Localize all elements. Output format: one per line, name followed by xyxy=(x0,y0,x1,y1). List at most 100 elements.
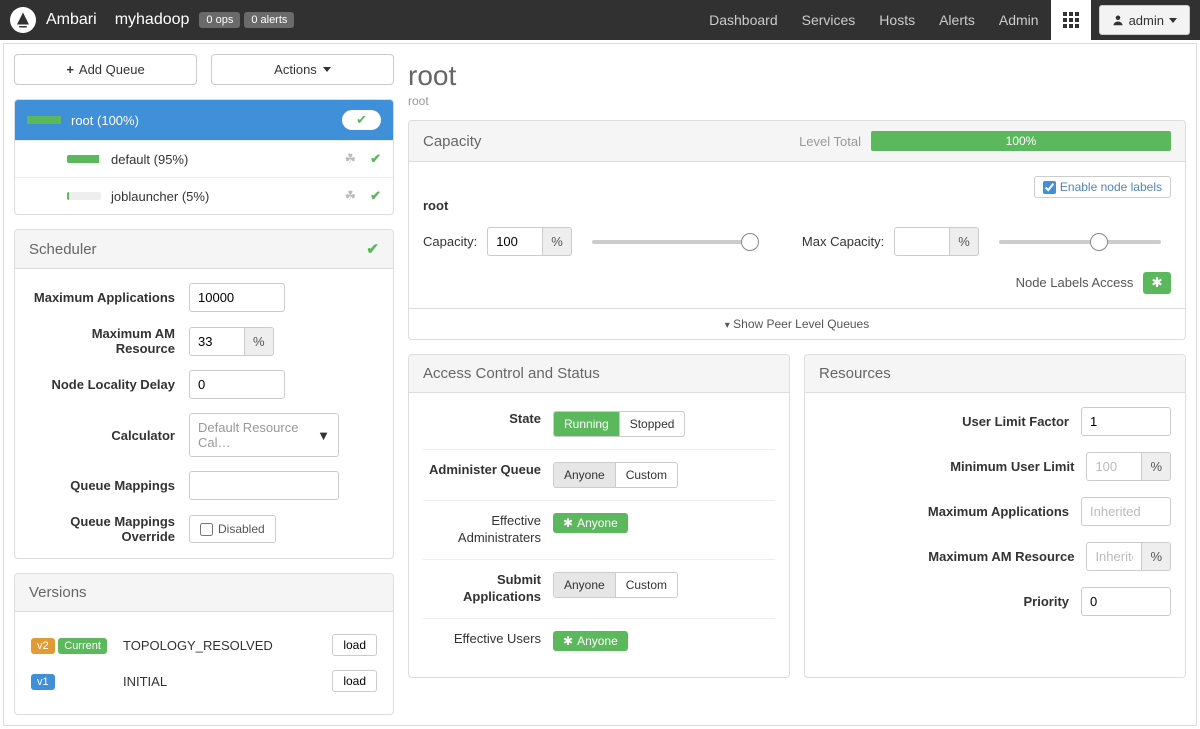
scheduler-panel: Scheduler ✔ Maximum Applications Maximum… xyxy=(14,229,394,559)
version-tag: v1 xyxy=(31,674,55,690)
capacity-panel: Capacity Level Total 100% Enable node la… xyxy=(408,120,1186,340)
top-navbar: Ambari myhadoop 0 ops 0 alerts Dashboard… xyxy=(0,0,1200,40)
res-max-am-label: Maximum AM Resource xyxy=(819,549,1086,564)
ambari-logo xyxy=(10,7,36,33)
queue-row-joblauncher[interactable]: joblauncher (5%) ☘ ✔ xyxy=(15,177,393,214)
res-max-apps-input[interactable] xyxy=(1081,497,1171,526)
add-queue-label: Add Queue xyxy=(79,62,145,77)
load-button[interactable]: load xyxy=(332,634,377,656)
queue-row-default[interactable]: default (95%) ☘ ✔ xyxy=(15,140,393,177)
caret-down-icon xyxy=(1169,18,1177,23)
ops-badge[interactable]: 0 ops xyxy=(199,12,240,28)
state-toggle[interactable]: RunningStopped xyxy=(553,411,685,437)
capacity-input[interactable] xyxy=(487,227,543,256)
capacity-slider[interactable] xyxy=(592,240,754,244)
queue-row-root[interactable]: root (100%) ✔ xyxy=(15,100,393,140)
acl-panel: Access Control and Status State RunningS… xyxy=(408,354,790,678)
versions-panel: Versions v2 Current TOPOLOGY_RESOLVED lo… xyxy=(14,573,394,715)
apps-grid-button[interactable] xyxy=(1051,0,1091,40)
check-icon: ✔ xyxy=(366,240,379,258)
override-checkbox[interactable]: Disabled xyxy=(189,515,276,543)
capacity-label: Capacity: xyxy=(423,234,477,249)
leaf-icon: ☘ xyxy=(344,151,356,167)
queue-tree: root (100%) ✔ default (95%) ☘ ✔ joblaunc… xyxy=(14,99,394,215)
admin-user-button[interactable]: admin xyxy=(1099,5,1190,35)
priority-input[interactable] xyxy=(1081,587,1171,616)
scheduler-title: Scheduler xyxy=(29,241,97,258)
queue-label: root (100%) xyxy=(71,113,342,128)
max-capacity-input[interactable] xyxy=(894,227,950,256)
load-button[interactable]: load xyxy=(332,670,377,692)
node-locality-input[interactable] xyxy=(189,370,285,399)
max-am-input[interactable] xyxy=(189,327,245,356)
user-limit-factor-label: User Limit Factor xyxy=(819,414,1081,429)
versions-title: Versions xyxy=(29,584,87,601)
queue-mappings-override-label: Queue Mappings Override xyxy=(29,514,189,544)
min-user-limit-input[interactable] xyxy=(1086,452,1142,481)
admin-queue-toggle[interactable]: AnyoneCustom xyxy=(553,462,678,488)
add-queue-button[interactable]: + Add Queue xyxy=(14,54,197,85)
res-max-am-input[interactable] xyxy=(1086,542,1142,571)
queue-mappings-label: Queue Mappings xyxy=(29,478,189,493)
calculator-select[interactable]: Default Resource Cal…▼ xyxy=(189,413,339,457)
effective-users-label: Effective Users xyxy=(423,631,553,648)
level-total-label: Level Total xyxy=(799,134,861,149)
max-apps-input[interactable] xyxy=(189,283,285,312)
admin-user-label: admin xyxy=(1129,13,1164,28)
nav-admin[interactable]: Admin xyxy=(987,0,1051,40)
min-user-limit-label: Minimum User Limit xyxy=(819,459,1086,474)
effective-admins-label: Effective Administraters xyxy=(423,513,553,547)
nav-hosts[interactable]: Hosts xyxy=(867,0,927,40)
node-locality-label: Node Locality Delay xyxy=(29,377,189,392)
max-capacity-slider[interactable] xyxy=(999,240,1161,244)
actions-button[interactable]: Actions xyxy=(211,54,394,85)
anyone-tag: ✱Anyone xyxy=(553,513,628,533)
capacity-queue-name: root xyxy=(423,198,1171,213)
user-limit-factor-input[interactable] xyxy=(1081,407,1171,436)
admin-queue-label: Administer Queue xyxy=(423,462,553,479)
max-capacity-label: Max Capacity: xyxy=(802,234,884,249)
actions-label: Actions xyxy=(274,62,317,77)
plus-icon: + xyxy=(66,62,74,77)
state-label: State xyxy=(423,411,553,428)
grid-icon xyxy=(1063,12,1079,28)
anyone-tag: ✱Anyone xyxy=(553,631,628,651)
capacity-title: Capacity xyxy=(423,133,481,150)
nav-dashboard[interactable]: Dashboard xyxy=(697,0,790,40)
level-total-bar: 100% xyxy=(871,131,1171,151)
version-state: TOPOLOGY_RESOLVED xyxy=(123,628,317,662)
priority-label: Priority xyxy=(819,594,1081,609)
version-row: v1 INITIAL load xyxy=(31,664,377,698)
max-am-label: Maximum AM Resource xyxy=(29,326,189,356)
check-icon: ✔ xyxy=(342,110,381,130)
percent-addon: % xyxy=(245,327,274,356)
check-icon: ✔ xyxy=(370,188,381,204)
resources-title: Resources xyxy=(819,365,891,382)
page-title: root xyxy=(408,54,1186,94)
version-tag: v2 xyxy=(31,638,55,654)
check-icon: ✔ xyxy=(370,151,381,167)
caret-down-icon xyxy=(323,67,331,72)
user-icon xyxy=(1112,14,1124,26)
submit-apps-toggle[interactable]: AnyoneCustom xyxy=(553,572,678,598)
nav-services[interactable]: Services xyxy=(790,0,868,40)
brand-label: Ambari xyxy=(46,11,97,29)
queue-label: default (95%) xyxy=(111,152,344,167)
alerts-badge[interactable]: 0 alerts xyxy=(244,12,294,28)
res-max-apps-label: Maximum Applications xyxy=(819,504,1081,519)
leaf-icon: ☘ xyxy=(344,188,356,204)
queue-label: joblauncher (5%) xyxy=(111,189,344,204)
version-row: v2 Current TOPOLOGY_RESOLVED load xyxy=(31,628,377,662)
node-labels-access-button[interactable]: ✱ xyxy=(1143,272,1171,294)
node-labels-access-label: Node Labels Access xyxy=(1016,275,1134,290)
breadcrumb: root xyxy=(408,94,1186,108)
queue-mappings-input[interactable] xyxy=(189,471,339,500)
current-tag: Current xyxy=(58,638,107,654)
peer-queues-toggle[interactable]: ▾ Show Peer Level Queues xyxy=(409,308,1185,339)
cluster-name[interactable]: myhadoop xyxy=(115,11,190,29)
enable-node-labels-toggle[interactable]: Enable node labels xyxy=(1034,176,1171,198)
nav-alerts[interactable]: Alerts xyxy=(927,0,987,40)
version-state: INITIAL xyxy=(123,664,317,698)
submit-apps-label: Submit Applications xyxy=(423,572,553,606)
calculator-label: Calculator xyxy=(29,428,189,443)
